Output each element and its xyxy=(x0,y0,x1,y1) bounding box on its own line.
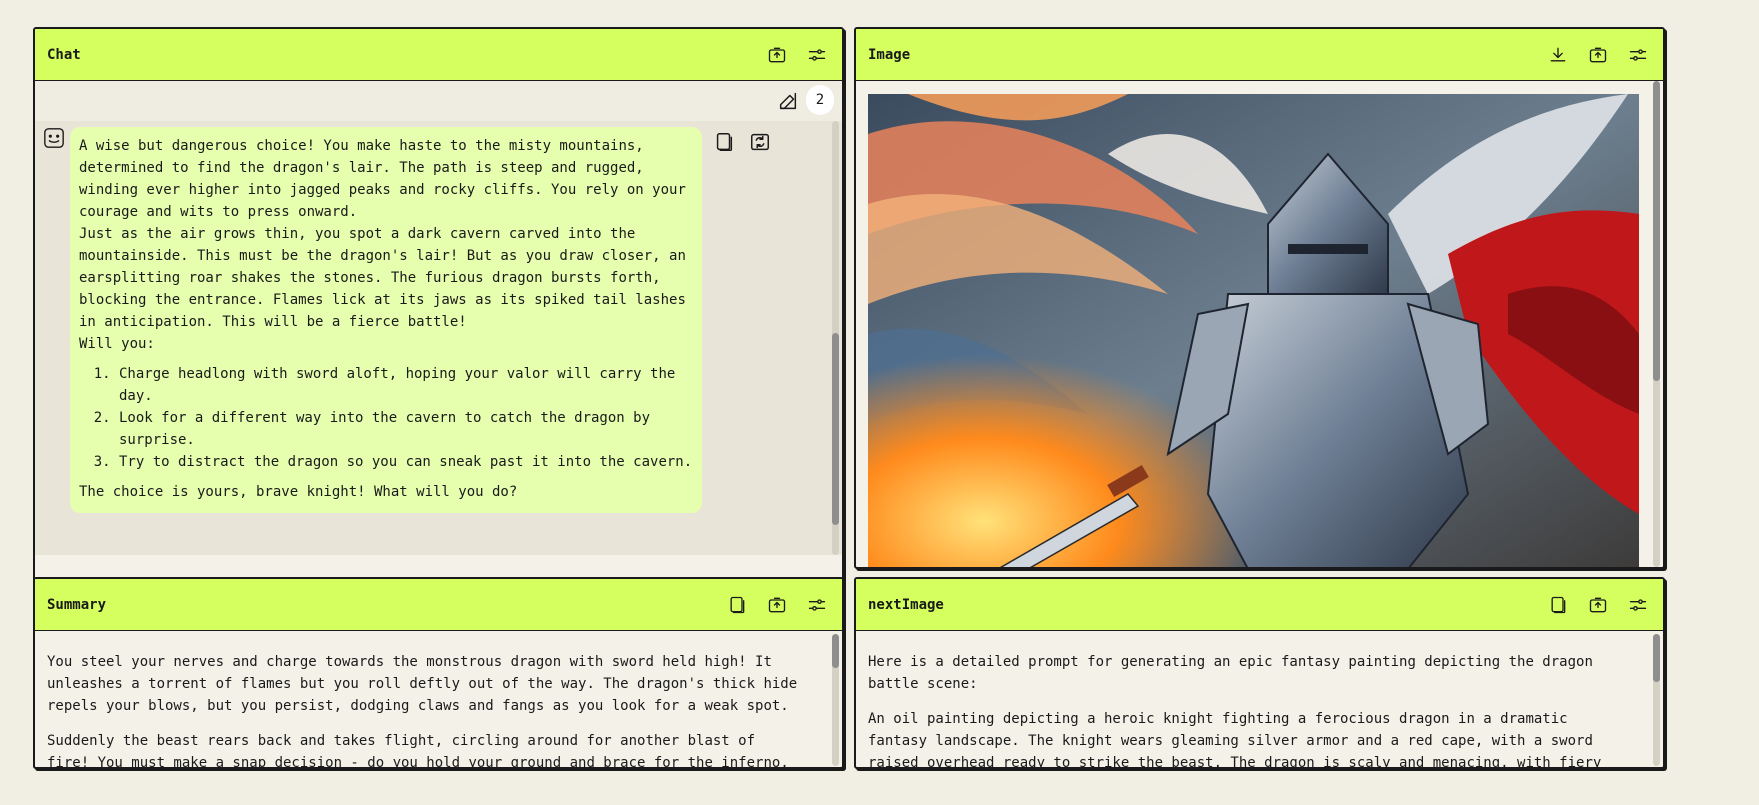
nextimage-scrollbar-thumb[interactable] xyxy=(1653,634,1660,682)
share-icon[interactable] xyxy=(1585,42,1611,68)
image-header: Image xyxy=(856,29,1663,81)
summary-panel: Summary You steel your nerves and charge… xyxy=(33,577,844,769)
bot-avatar-icon xyxy=(43,127,65,149)
message-intro: A wise but dangerous choice! You make ha… xyxy=(79,138,686,220)
options-list: Charge headlong with sword aloft, hoping… xyxy=(119,363,693,473)
settings-sliders-icon[interactable] xyxy=(1625,42,1651,68)
regenerate-icon[interactable] xyxy=(747,129,773,155)
summary-paragraph: Suddenly the beast rears back and takes … xyxy=(47,733,789,767)
summary-header: Summary xyxy=(35,579,842,631)
image-panel: Image xyxy=(854,27,1665,569)
chat-header: Chat xyxy=(35,29,842,81)
image-title: Image xyxy=(868,46,911,63)
summary-title: Summary xyxy=(47,596,107,613)
message-closing: The choice is yours, brave knight! What … xyxy=(79,484,518,500)
chat-scrollbar[interactable] xyxy=(832,121,839,555)
nextimage-paragraph: Here is a detailed prompt for generating… xyxy=(868,654,1593,692)
edit-icon[interactable] xyxy=(774,87,802,115)
chat-title: Chat xyxy=(47,46,81,63)
option-item: Charge headlong with sword aloft, hoping… xyxy=(119,363,693,407)
nextimage-title: nextImage xyxy=(868,596,944,613)
assistant-message: A wise but dangerous choice! You make ha… xyxy=(70,127,702,513)
share-icon[interactable] xyxy=(1585,592,1611,618)
settings-sliders-icon[interactable] xyxy=(804,42,830,68)
share-icon[interactable] xyxy=(764,592,790,618)
message-count-badge[interactable]: 2 xyxy=(806,85,834,115)
option-item: Try to distract the dragon so you can sn… xyxy=(119,451,693,473)
nextimage-text: Here is a detailed prompt for generating… xyxy=(856,631,1663,767)
image-scrollbar-thumb[interactable] xyxy=(1653,81,1660,381)
copy-icon[interactable] xyxy=(1545,592,1571,618)
settings-sliders-icon[interactable] xyxy=(804,592,830,618)
copy-icon[interactable] xyxy=(711,129,737,155)
nextimage-header: nextImage xyxy=(856,579,1663,631)
generated-knight-image xyxy=(868,94,1639,567)
message-prompt: Will you: xyxy=(79,336,155,352)
share-icon[interactable] xyxy=(764,42,790,68)
message-paragraph: Just as the air grows thin, you spot a d… xyxy=(79,226,686,330)
copy-icon[interactable] xyxy=(724,592,750,618)
summary-paragraph: You steel your nerves and charge towards… xyxy=(47,654,798,714)
settings-sliders-icon[interactable] xyxy=(1625,592,1651,618)
nextimage-scrollbar[interactable] xyxy=(1653,634,1660,766)
nextimage-panel: nextImage Here is a detailed prompt for … xyxy=(854,577,1665,769)
download-icon[interactable] xyxy=(1545,42,1571,68)
image-scrollbar[interactable] xyxy=(1653,81,1660,567)
summary-scrollbar-thumb[interactable] xyxy=(832,634,839,668)
chat-scrollbar-thumb[interactable] xyxy=(832,333,839,525)
nextimage-paragraph: An oil painting depicting a heroic knigh… xyxy=(868,711,1602,767)
summary-text: You steel your nerves and charge towards… xyxy=(35,631,842,767)
chat-messages: A wise but dangerous choice! You make ha… xyxy=(35,121,842,555)
summary-scrollbar[interactable] xyxy=(832,634,839,766)
option-item: Look for a different way into the cavern… xyxy=(119,407,693,451)
